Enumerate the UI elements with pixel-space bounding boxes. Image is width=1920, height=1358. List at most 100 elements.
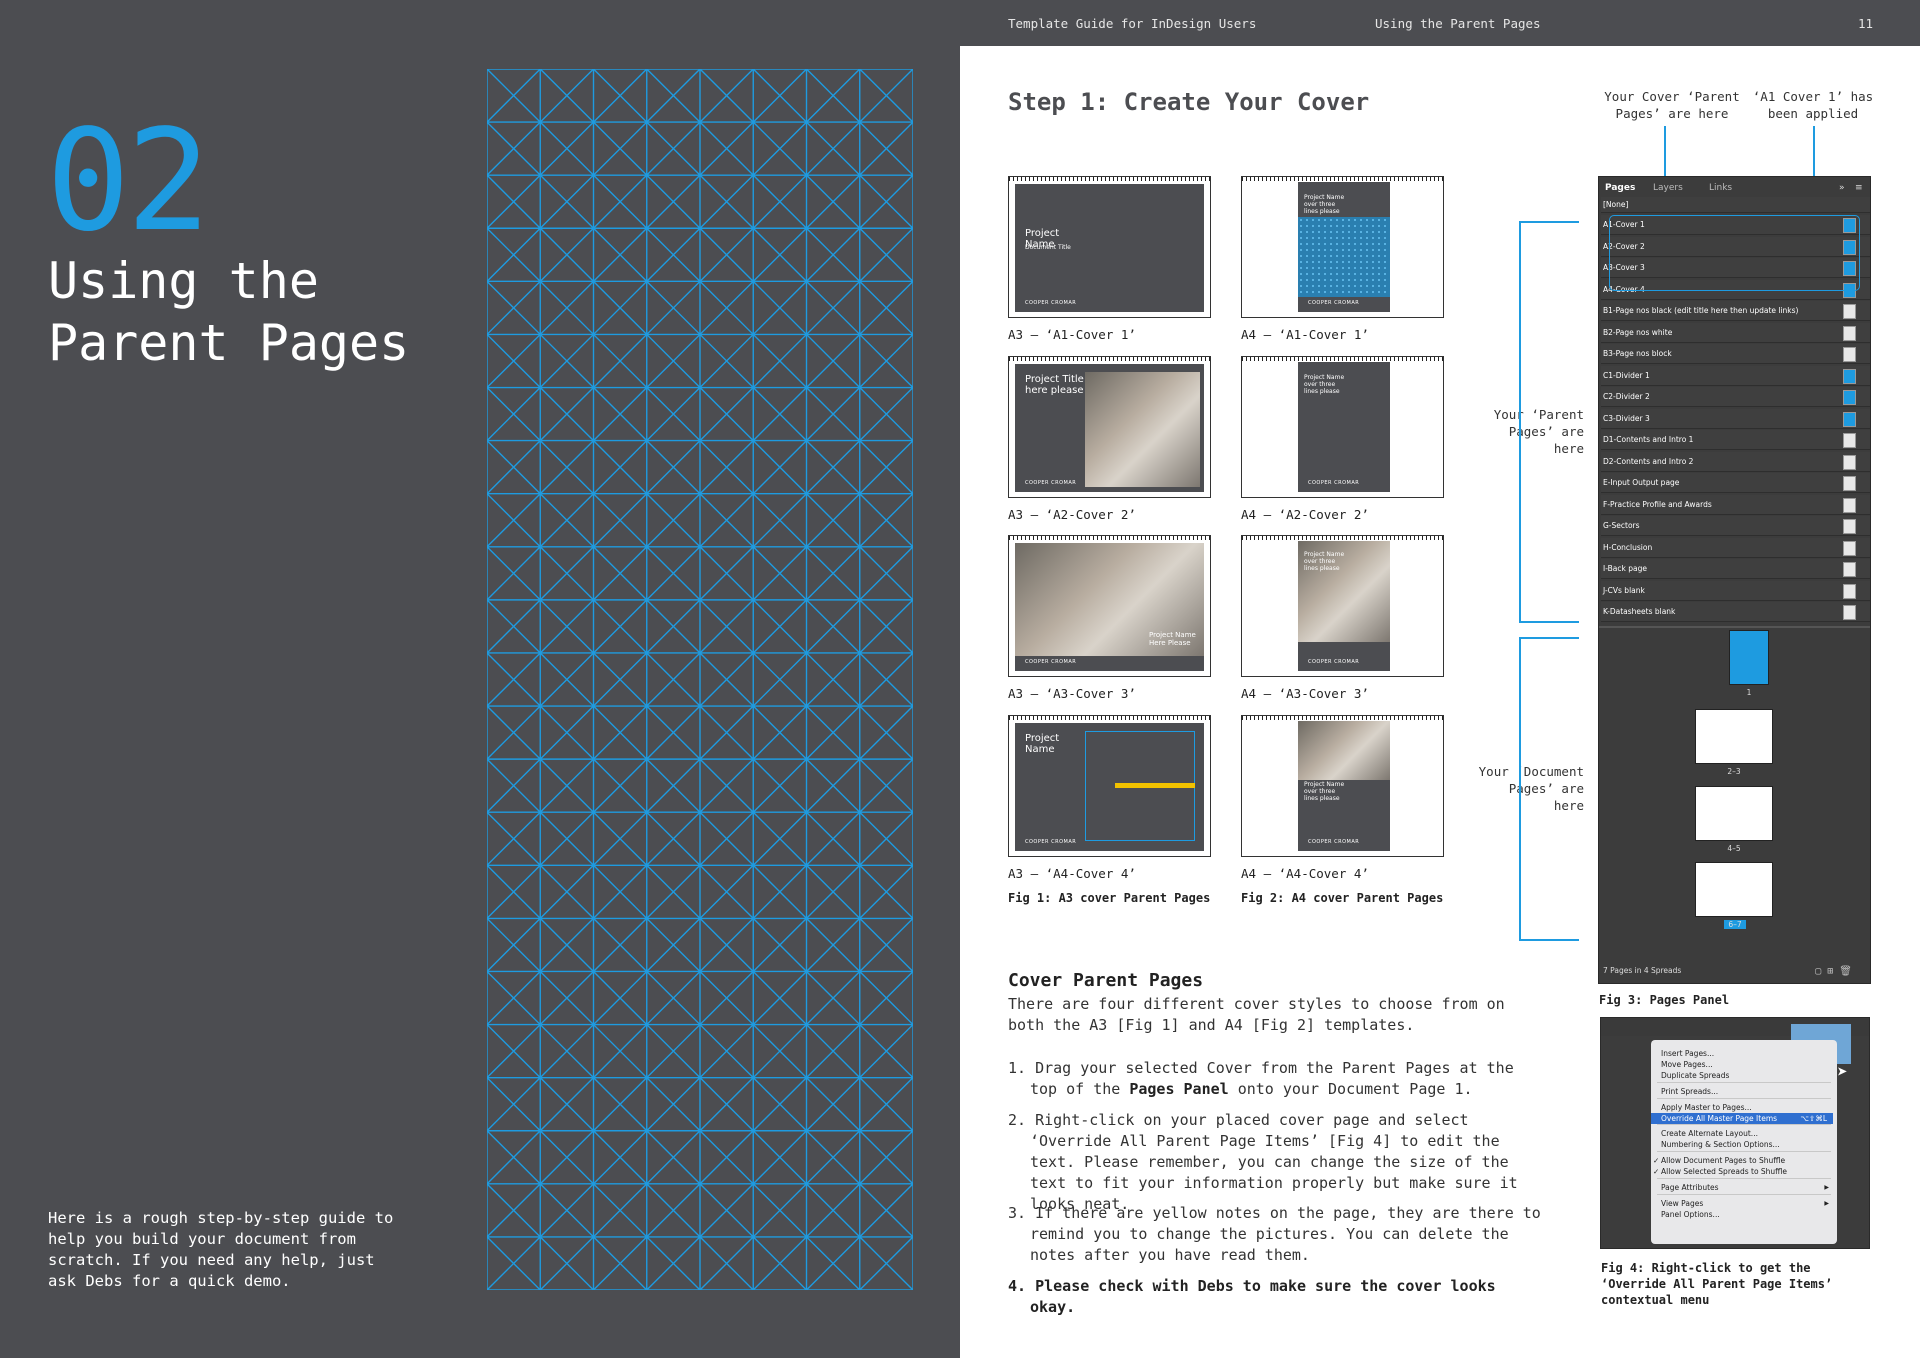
parent-page-label: J-CVs blank: [1603, 585, 1645, 595]
cover-page: Project Name Here Please COOPER CROMAR: [1015, 543, 1204, 671]
ruler: [1242, 177, 1443, 181]
parent-page-label: B3-Page nos block: [1603, 349, 1672, 358]
parent-page-thumbnail: [1843, 519, 1856, 534]
parent-page-label: I-Back page: [1603, 564, 1647, 573]
menu-item[interactable]: Duplicate Spreads: [1661, 1070, 1833, 1081]
cover-page: Project Name over three lines please COOP…: [1298, 721, 1390, 851]
parent-none[interactable]: [None]: [1601, 197, 1870, 213]
check-icon: ✓: [1653, 1156, 1660, 1165]
parent-page-thumbnail: [1843, 476, 1856, 491]
menu-shortcut: ⌥⇧⌘L: [1800, 1114, 1827, 1123]
cover-thumbnail: Project Name over three lines please COOP…: [1241, 715, 1444, 857]
context-menu: Insert Pages... Move Pages... Duplicate Sp…: [1651, 1040, 1837, 1244]
document-spread[interactable]: [1729, 630, 1769, 685]
panel-menu-icon[interactable]: ≡: [1855, 183, 1863, 193]
document-spread[interactable]: [1695, 862, 1773, 917]
parent-page-item[interactable]: B3-Page nos block: [1601, 344, 1870, 364]
note-cover-applied: ‘A1 Cover 1’ has been applied: [1752, 89, 1874, 121]
parent-page-item[interactable]: E-Input Output page: [1601, 473, 1870, 493]
bracket-parent: [1519, 621, 1579, 623]
parent-page-thumbnail: [1843, 304, 1856, 319]
tab-links[interactable]: Links: [1709, 183, 1732, 193]
cover-caption: A3 – ‘A4-Cover 4’: [1008, 866, 1136, 881]
document-spread[interactable]: [1695, 786, 1773, 841]
fig2-caption: Fig 2: A4 cover Parent Pages: [1241, 891, 1444, 905]
menu-item[interactable]: Page Attributes ▶: [1661, 1182, 1833, 1193]
menu-item-label: Allow Document Pages to Shuffle: [1661, 1156, 1786, 1165]
menu-item[interactable]: View Pages ▶: [1661, 1198, 1833, 1209]
brand-label: COOPER CROMAR: [1025, 839, 1077, 845]
spread-number: 4–5: [1727, 844, 1741, 853]
menu-item[interactable]: Insert Pages...: [1661, 1048, 1833, 1059]
parent-page-item[interactable]: C2-Divider 2: [1601, 387, 1870, 407]
section-body: There are four different cover styles to…: [1008, 995, 1505, 1034]
menu-separator: [1657, 1178, 1831, 1179]
brand-label: COOPER CROMAR: [1025, 480, 1077, 486]
menu-item[interactable]: Apply Master to Pages...: [1661, 1102, 1833, 1113]
parent-page-thumbnail: [1843, 605, 1856, 620]
menu-item[interactable]: Numbering & Section Options...: [1661, 1139, 1833, 1150]
ruler: [1242, 536, 1443, 540]
step-item: 4. Please check with Debs to make sure t…: [1008, 1276, 1548, 1318]
parent-page-item[interactable]: D1-Contents and Intro 1: [1601, 430, 1870, 450]
intro-text: Here is a rough step-by-step guide to he…: [48, 1209, 394, 1290]
brand-label: COOPER CROMAR: [1308, 659, 1360, 665]
parent-page-item[interactable]: K-Datasheets blank: [1601, 602, 1870, 622]
parent-page-item[interactable]: B1-Page nos black (edit title here then …: [1601, 301, 1870, 321]
panel-footer-icons[interactable]: ▢ ⊞ 🗑: [1815, 966, 1852, 977]
parent-page-item[interactable]: B2-Page nos white: [1601, 322, 1870, 343]
fig1-caption: Fig 1: A3 cover Parent Pages: [1008, 891, 1211, 905]
ruler: [1009, 536, 1210, 540]
fig3-caption: Fig 3: Pages Panel: [1599, 993, 1730, 1007]
menu-item[interactable]: Move Pages...: [1661, 1059, 1833, 1070]
spread-number: 6–7: [1724, 920, 1746, 929]
cover-page: Project Name over three lines please COOP…: [1298, 182, 1390, 312]
menu-item[interactable]: Override All Master Page Items ⌥⇧⌘L: [1651, 1113, 1833, 1124]
cover-page: Project Name over three lines please COOP…: [1298, 362, 1390, 492]
left-page: 02 Using the Parent Pages Here is a roug…: [0, 0, 960, 1358]
parent-page-item[interactable]: G-Sectors: [1601, 516, 1870, 536]
document-spread[interactable]: [1695, 709, 1773, 764]
cover-thumbnail: Project Name COOPER CROMAR: [1008, 715, 1211, 857]
pages-panel[interactable]: Pages Layers Links » ≡ [None] A1-Cover 1…: [1598, 176, 1871, 984]
bracket-document: [1519, 637, 1521, 941]
parent-page-thumbnail: [1843, 411, 1856, 427]
brand-label: COOPER CROMAR: [1308, 839, 1360, 845]
bracket-parent: [1519, 221, 1579, 223]
menu-item[interactable]: ✓ Allow Selected Spreads to Shuffle: [1653, 1166, 1833, 1177]
chapter-number: 02: [46, 100, 211, 263]
menu-item[interactable]: Create Alternate Layout...: [1661, 1128, 1833, 1139]
brand-label: COOPER CROMAR: [1308, 480, 1360, 486]
parent-page-item[interactable]: I-Back page: [1601, 559, 1870, 579]
ruler: [1242, 357, 1443, 361]
cover-caption: A3 – ‘A2-Cover 2’: [1008, 507, 1136, 522]
parent-page-item[interactable]: H-Conclusion: [1601, 537, 1870, 558]
parent-page-item[interactable]: D2-Contents and Intro 2: [1601, 451, 1870, 472]
parent-page-item[interactable]: J-CVs blank: [1601, 580, 1870, 601]
parent-page-thumbnail: [1843, 347, 1856, 362]
tab-layers[interactable]: Layers: [1653, 183, 1683, 193]
note-document-pages: Your ‘Document Pages’ are here: [1478, 764, 1584, 813]
submenu-arrow-icon: ▶: [1824, 1184, 1829, 1191]
parent-page-item[interactable]: F-Practice Profile and Awards: [1601, 494, 1870, 515]
menu-item-label: Duplicate Spreads: [1661, 1071, 1730, 1080]
ruler: [1009, 357, 1210, 361]
menu-item-label: View Pages: [1661, 1199, 1704, 1208]
cover-caption: A3 – ‘A3-Cover 3’: [1008, 686, 1136, 701]
tab-pages[interactable]: Pages: [1605, 183, 1635, 193]
parent-page-thumbnail: [1843, 540, 1856, 556]
cover-page: Project Name Document Title COOPER CROMAR: [1015, 184, 1204, 312]
parent-page-thumbnail: [1843, 497, 1856, 513]
cover-highlight: [1609, 215, 1860, 291]
menu-item[interactable]: Panel Options...: [1661, 1209, 1833, 1220]
panel-divider[interactable]: [1599, 626, 1870, 628]
ruler: [1009, 177, 1210, 181]
menu-item[interactable]: ✓ Allow Document Pages to Shuffle: [1653, 1155, 1833, 1166]
spread-number: 1: [1746, 688, 1752, 697]
panel-expand-icon[interactable]: »: [1839, 183, 1845, 193]
menu-item-label: Apply Master to Pages...: [1661, 1103, 1752, 1112]
parent-page-item[interactable]: C3-Divider 3: [1601, 408, 1870, 429]
parent-page-item[interactable]: C1-Divider 1: [1601, 365, 1870, 386]
cover-thumbnail: Project Name over three lines please COOP…: [1241, 535, 1444, 677]
menu-item[interactable]: Print Spreads...: [1661, 1086, 1833, 1097]
